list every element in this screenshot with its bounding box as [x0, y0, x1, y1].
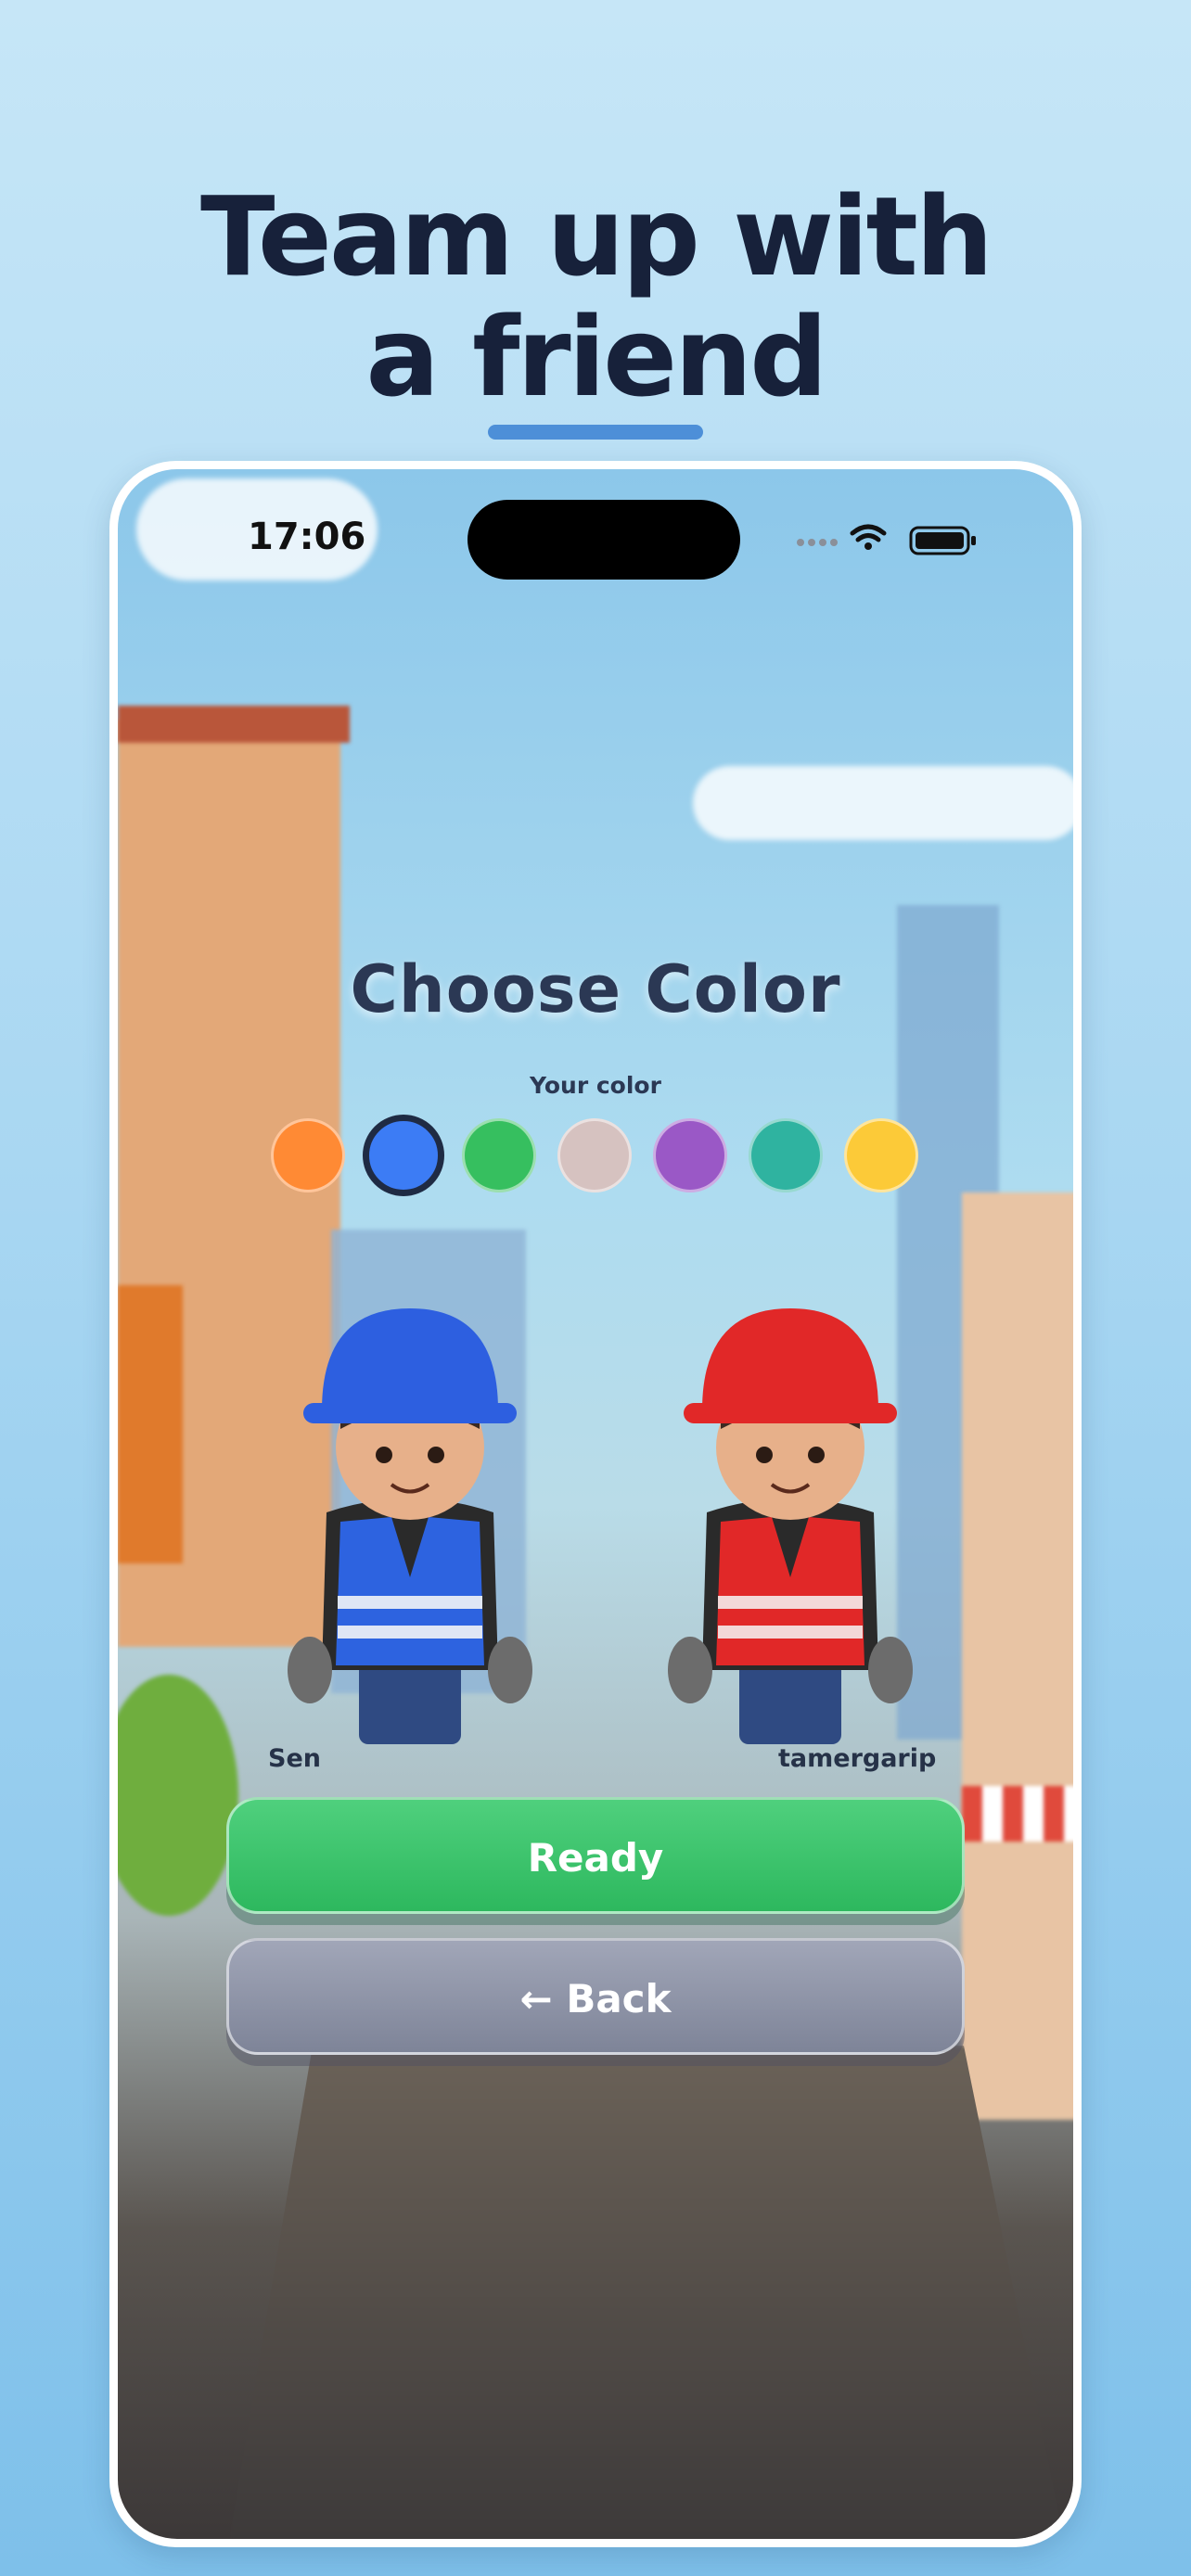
- tree: [118, 1675, 238, 1916]
- dynamic-island: [467, 500, 740, 580]
- player-avatar-tamergarip: [660, 1299, 920, 1744]
- building-right: [962, 1192, 1073, 2120]
- sign-board: [118, 1285, 183, 1563]
- phone-frame: 17:06 Choose Color Your color Sen tamerg…: [109, 461, 1082, 2547]
- color-swatch-pink-gray[interactable]: [557, 1118, 632, 1192]
- vest-stripe: [338, 1596, 482, 1609]
- ready-button[interactable]: Ready: [226, 1797, 965, 1914]
- color-swatch-green[interactable]: [462, 1118, 536, 1192]
- avatar-eye: [428, 1447, 444, 1463]
- avatar-eye: [756, 1447, 773, 1463]
- your-color-label: Your color: [530, 1072, 661, 1099]
- cloud: [693, 766, 1073, 840]
- color-swatch-yellow[interactable]: [844, 1118, 918, 1192]
- status-time: 17:06: [248, 516, 366, 558]
- helmet-icon: [322, 1308, 498, 1410]
- color-swatch-purple[interactable]: [653, 1118, 727, 1192]
- status-icons: [795, 520, 1027, 557]
- wifi-icon-dot: [864, 542, 872, 550]
- headline-line-2: a friend: [365, 293, 827, 421]
- player-avatar-sen: [280, 1299, 540, 1744]
- battery-icon: [909, 526, 976, 555]
- signal-dots-icon: [797, 539, 838, 546]
- avatar-eye: [376, 1447, 392, 1463]
- helmet-brim: [303, 1403, 517, 1423]
- color-picker: [271, 1115, 929, 1196]
- color-swatch-teal[interactable]: [749, 1118, 823, 1192]
- color-swatch-orange[interactable]: [271, 1118, 345, 1192]
- vest-stripe: [718, 1596, 863, 1609]
- page-title: Choose Color: [350, 951, 841, 1027]
- helmet-brim: [684, 1403, 897, 1423]
- avatar-glove-left: [288, 1637, 332, 1703]
- back-button[interactable]: ← Back: [226, 1938, 965, 2055]
- vest-stripe: [718, 1626, 863, 1639]
- player-name-right: tamergarip: [778, 1744, 937, 1773]
- awning: [962, 1786, 1073, 1842]
- road: [229, 2046, 1064, 2539]
- building-left-roof: [118, 706, 350, 743]
- player-name-left: Sen: [268, 1744, 321, 1773]
- headline: Team up with a friend: [0, 176, 1191, 417]
- avatar-glove-right: [868, 1637, 913, 1703]
- headline-line-1: Team up with: [200, 172, 993, 300]
- vest-stripe: [338, 1626, 482, 1639]
- game-screen: 17:06 Choose Color Your color Sen tamerg…: [118, 469, 1073, 2539]
- wifi-icon: [850, 524, 887, 542]
- avatar-glove-right: [488, 1637, 532, 1703]
- avatar-glove-left: [668, 1637, 712, 1703]
- avatar-eye: [808, 1447, 825, 1463]
- helmet-icon: [702, 1308, 878, 1410]
- headline-underline: [488, 425, 703, 440]
- color-swatch-blue[interactable]: [363, 1115, 444, 1196]
